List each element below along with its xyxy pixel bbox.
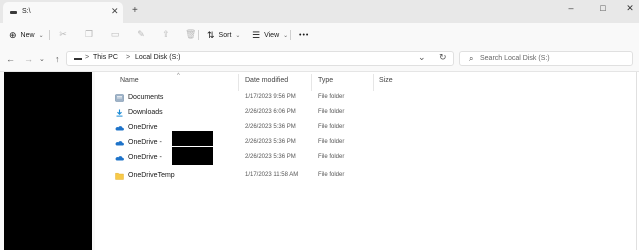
paste-icon[interactable]: ▭: [110, 29, 120, 39]
file-name: OneDriveTemp: [128, 172, 175, 179]
column-header-name[interactable]: Name: [120, 77, 139, 84]
column-divider[interactable]: [238, 74, 239, 91]
file-name: Documents: [128, 94, 164, 101]
onedrive-icon: [115, 156, 124, 161]
rename-icon[interactable]: ✎: [136, 29, 146, 39]
file-date: 1/17/2023 9:56 PM: [245, 94, 296, 100]
table-row[interactable]: OneDrive - 2/26/2023 5:36 PM File folder: [111, 147, 638, 166]
view-button[interactable]: ☰ View ⌄: [252, 28, 288, 42]
divider: [198, 30, 199, 40]
sort-icon: ⇅: [207, 29, 215, 40]
new-label: New: [20, 31, 35, 39]
divider: [49, 30, 50, 40]
file-type: File folder: [318, 94, 345, 100]
address-row: ← → ⌄ ↑ > This PC > Local Disk (S:) ⌄ ↻ …: [0, 46, 639, 72]
file-date: 2/26/2023 5:36 PM: [245, 154, 296, 160]
search-placeholder: Search Local Disk (S:): [480, 55, 550, 62]
tab-title: S:\: [22, 8, 31, 15]
table-row[interactable]: Documents 1/17/2023 9:56 PM File folder: [111, 91, 638, 106]
view-icon: ☰: [252, 29, 261, 40]
onedrive-icon: [115, 126, 124, 131]
divider: [290, 30, 291, 40]
drive-icon: [10, 11, 17, 14]
file-type: File folder: [318, 154, 345, 160]
new-tab-button[interactable]: +: [132, 5, 138, 16]
window-edge: [636, 72, 637, 250]
minimize-button[interactable]: –: [564, 3, 578, 13]
file-date: 2/26/2023 5:36 PM: [245, 139, 296, 145]
file-name: Downloads: [128, 109, 163, 116]
redacted-area: [172, 131, 213, 146]
file-name: OneDrive -: [128, 154, 162, 161]
documents-icon: [115, 94, 124, 102]
address-dropdown-icon[interactable]: ⌄: [418, 52, 426, 63]
table-row[interactable]: OneDriveTemp 1/17/2023 11:58 AM File fol…: [111, 169, 638, 184]
more-options-button[interactable]: •••: [299, 28, 309, 42]
redacted-area: [172, 147, 213, 165]
title-bar: S:\ ✕ + – □ ✕: [0, 0, 639, 23]
tab-local-disk[interactable]: S:\ ✕: [3, 2, 123, 23]
breadcrumb-separator: >: [126, 54, 131, 61]
recent-chevron-icon[interactable]: ⌄: [39, 55, 45, 63]
file-date: 1/17/2023 11:58 AM: [245, 172, 299, 178]
file-date: 2/26/2023 5:36 PM: [245, 124, 296, 130]
file-type: File folder: [318, 124, 345, 130]
command-bar: ⊕ New ⌄ ✂ ❐ ▭ ✎ ⇪ 🗑 ⇅ Sort ⌄ ☰ View ⌄ ••…: [0, 23, 639, 46]
new-button[interactable]: ⊕ New ⌄: [9, 28, 44, 42]
chevron-down-icon: ⌄: [38, 32, 44, 39]
column-divider[interactable]: [373, 74, 374, 91]
refresh-icon[interactable]: ↻: [439, 52, 447, 63]
file-type: File folder: [318, 109, 345, 115]
maximize-button[interactable]: □: [596, 3, 610, 13]
onedrive-icon: [115, 141, 124, 146]
breadcrumb-this-pc[interactable]: This PC: [93, 54, 118, 61]
tab-close-icon[interactable]: ✕: [111, 6, 119, 17]
redacted-area: [4, 72, 92, 250]
file-date: 2/26/2023 6:06 PM: [245, 109, 296, 115]
breadcrumb-local-disk[interactable]: Local Disk (S:): [135, 54, 181, 61]
plus-circle-icon: ⊕: [9, 29, 17, 40]
column-header-type[interactable]: Type: [318, 77, 333, 84]
delete-icon[interactable]: 🗑: [185, 29, 196, 39]
table-row[interactable]: Downloads 2/26/2023 6:06 PM File folder: [111, 106, 638, 121]
navigation-pane: [0, 72, 95, 250]
close-window-button[interactable]: ✕: [623, 3, 637, 14]
pc-icon: [74, 58, 82, 60]
breadcrumb-separator: >: [85, 54, 90, 61]
sort-button[interactable]: ⇅ Sort ⌄: [207, 28, 240, 42]
share-icon[interactable]: ⇪: [161, 29, 171, 39]
file-type: File folder: [318, 139, 345, 145]
column-header-date[interactable]: Date modified: [245, 77, 288, 84]
sort-caret-icon: ^: [177, 73, 180, 79]
copy-icon[interactable]: ❐: [84, 29, 94, 39]
forward-arrow-icon[interactable]: →: [24, 54, 33, 64]
chevron-down-icon: ⌄: [283, 32, 289, 39]
folder-icon: [115, 173, 124, 180]
file-list: ^ Name Date modified Type Size Documents…: [95, 72, 639, 250]
view-label: View: [264, 31, 280, 39]
search-icon: ⌕: [469, 54, 474, 63]
cut-icon[interactable]: ✂: [58, 29, 68, 39]
file-name: OneDrive -: [128, 139, 162, 146]
back-arrow-icon[interactable]: ←: [6, 54, 15, 64]
up-arrow-icon[interactable]: ↑: [55, 54, 60, 64]
file-type: File folder: [318, 172, 345, 178]
sort-label: Sort: [218, 31, 232, 39]
column-divider[interactable]: [311, 74, 312, 91]
chevron-down-icon: ⌄: [235, 32, 241, 39]
search-box[interactable]: ⌕ Search Local Disk (S:): [459, 51, 633, 66]
column-header-size[interactable]: Size: [379, 77, 393, 84]
address-bar[interactable]: > This PC > Local Disk (S:) ⌄ ↻: [66, 51, 454, 66]
downloads-icon: [116, 109, 123, 117]
file-name: OneDrive: [128, 124, 158, 131]
